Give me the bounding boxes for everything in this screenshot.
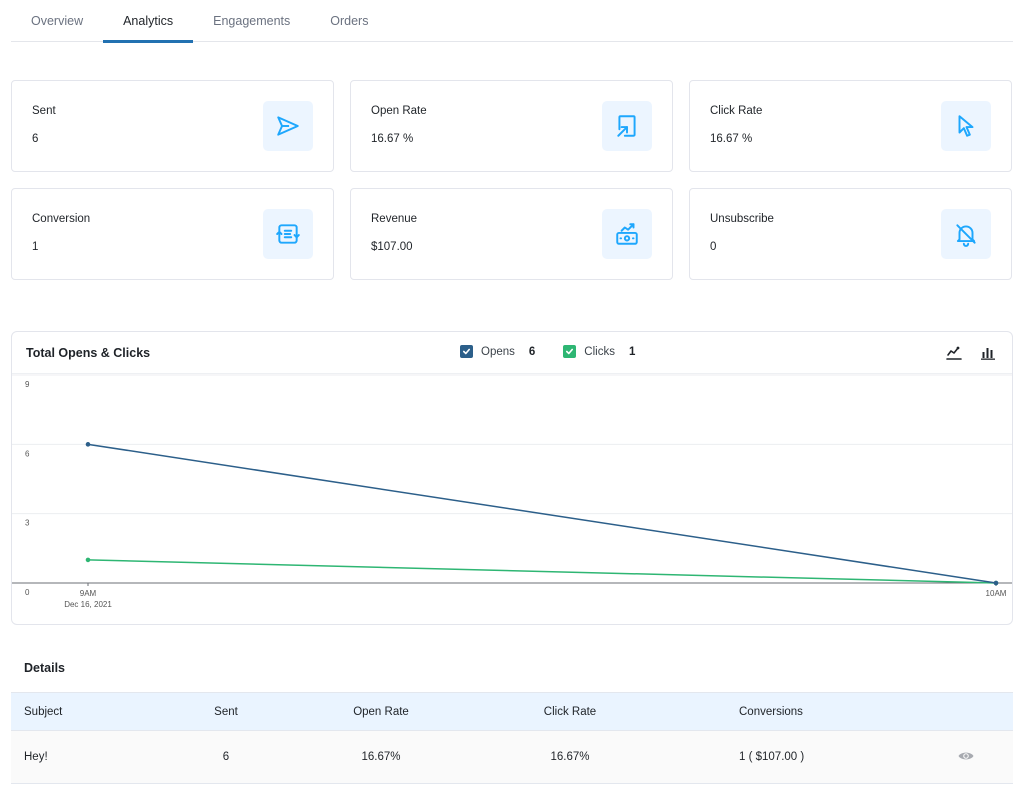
tab-analytics[interactable]: Analytics bbox=[103, 0, 194, 43]
y-tick-label: 3 bbox=[25, 519, 30, 528]
conversion-exchange-icon bbox=[263, 209, 313, 259]
column-header-click-rate: Click Rate bbox=[543, 705, 597, 718]
legend-count: 1 bbox=[628, 345, 636, 358]
open-external-icon bbox=[602, 101, 652, 151]
chart-header: Total Opens & Clicks Opens 6 Clicks 1 bbox=[12, 332, 1012, 374]
y-tick-label: 0 bbox=[25, 588, 30, 597]
stat-card-click-rate: Click Rate 16.67 % bbox=[689, 80, 1012, 172]
stat-card-unsubscribe: Unsubscribe 0 bbox=[689, 188, 1012, 280]
stat-card-conversion: Conversion 1 bbox=[11, 188, 334, 280]
column-header-open-rate: Open Rate bbox=[353, 705, 409, 718]
stat-card-open-rate: Open Rate 16.67 % bbox=[350, 80, 673, 172]
clicks-checkbox[interactable] bbox=[563, 345, 577, 358]
table-header: Subject Sent Open Rate Click Rate Conver… bbox=[11, 692, 1013, 731]
opens-checkbox[interactable] bbox=[460, 345, 473, 358]
details-title: Details bbox=[24, 661, 65, 675]
stat-value: 16.67 % bbox=[371, 133, 414, 145]
chart-type-toggle bbox=[930, 343, 998, 363]
stat-value: 1 bbox=[32, 241, 39, 253]
y-tick-label: 6 bbox=[25, 449, 30, 458]
cell-click-rate: 16.67% bbox=[550, 751, 590, 763]
column-header-conversions: Conversions bbox=[739, 705, 803, 718]
data-point-opens bbox=[993, 580, 999, 586]
stat-card-sent: Sent 6 bbox=[11, 80, 334, 172]
y-tick-label: 9 bbox=[25, 380, 30, 389]
legend-label: Opens bbox=[481, 345, 515, 358]
column-header-subject: Subject bbox=[24, 705, 63, 718]
stat-label: Conversion bbox=[32, 213, 91, 225]
stat-value: 16.67 % bbox=[710, 133, 753, 145]
send-icon bbox=[263, 101, 313, 151]
cell-open-rate: 16.67% bbox=[361, 751, 401, 763]
cell-subject: Hey! bbox=[24, 751, 48, 763]
x-tick-sublabel: Dec 16, 2021 bbox=[64, 600, 112, 609]
x-tick-label: 9AM bbox=[80, 589, 97, 598]
stat-label: Click Rate bbox=[710, 105, 763, 117]
tab-bar: Overview Analytics Engagements Orders bbox=[11, 0, 1013, 43]
chart-legend: Opens 6 Clicks 1 bbox=[460, 345, 663, 358]
legend-opens[interactable]: Opens 6 bbox=[460, 345, 535, 358]
stat-label: Sent bbox=[32, 105, 56, 117]
stat-label: Revenue bbox=[371, 213, 418, 225]
series-line-clicks bbox=[87, 559, 997, 584]
data-point-opens bbox=[85, 442, 91, 447]
table-row: Hey! 6 16.67% 16.67% 1 ( $107.00 ) bbox=[11, 731, 1013, 784]
stat-card-revenue: Revenue $107.00 bbox=[350, 188, 673, 280]
stat-cards: Sent 6 Open Rate 16.67 % Click Rate 16.6… bbox=[11, 80, 1013, 280]
money-growth-icon bbox=[602, 209, 652, 259]
legend-clicks[interactable]: Clicks 1 bbox=[563, 345, 635, 358]
stat-value: 6 bbox=[32, 133, 39, 145]
stat-value: $107.00 bbox=[371, 241, 413, 253]
stat-label: Open Rate bbox=[371, 105, 427, 117]
eye-icon[interactable] bbox=[958, 750, 974, 765]
legend-count: 6 bbox=[528, 345, 536, 358]
column-header-sent: Sent bbox=[214, 705, 238, 718]
tab-engagements[interactable]: Engagements bbox=[193, 0, 310, 42]
tab-overview[interactable]: Overview bbox=[11, 0, 103, 42]
bell-off-icon bbox=[941, 209, 991, 259]
line-chart-icon[interactable] bbox=[944, 343, 964, 363]
data-point-clicks bbox=[85, 557, 91, 563]
cell-sent: 6 bbox=[222, 751, 230, 763]
tab-orders[interactable]: Orders bbox=[310, 0, 388, 42]
bar-chart-icon[interactable] bbox=[978, 343, 998, 363]
stat-value: 0 bbox=[710, 241, 717, 253]
cursor-pointer-icon bbox=[941, 101, 991, 151]
legend-label: Clicks bbox=[584, 345, 615, 358]
stat-label: Unsubscribe bbox=[710, 213, 774, 225]
x-tick-label: 10AM bbox=[986, 589, 1007, 598]
opens-clicks-chart-panel: Total Opens & Clicks Opens 6 Clicks 1 0 … bbox=[11, 331, 1013, 625]
line-chart: 0 3 6 9 9AM Dec 16, 2021 10AM bbox=[12, 374, 1012, 609]
chart-title: Total Opens & Clicks bbox=[26, 346, 151, 360]
cell-conversions: 1 ( $107.00 ) bbox=[739, 751, 805, 763]
details-table: Subject Sent Open Rate Click Rate Conver… bbox=[11, 692, 1013, 784]
